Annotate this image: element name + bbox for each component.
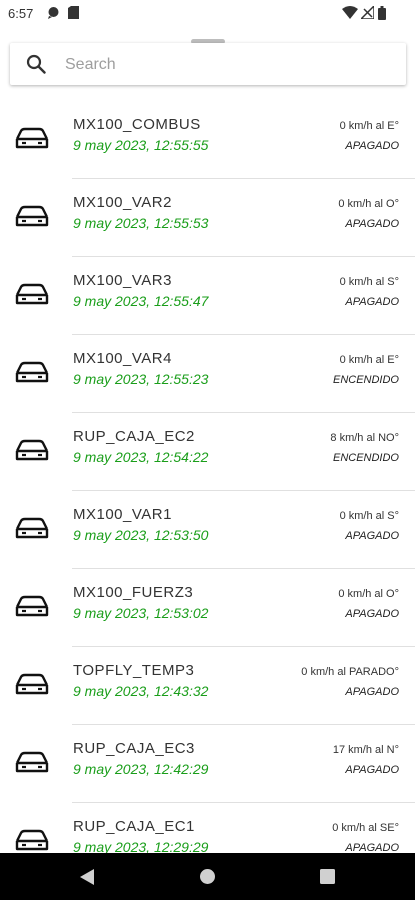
vehicle-speed: 0 km/h al O°	[338, 198, 399, 210]
vehicle-row[interactable]: RUP_CAJA_EC1 9 may 2023, 12:29:29 0 km/h…	[0, 803, 415, 853]
search-bar[interactable]	[10, 43, 406, 85]
vehicle-state: APAGADO	[345, 296, 399, 308]
vehicle-timestamp: 9 may 2023, 12:54:22	[73, 449, 209, 465]
vehicle-state: APAGADO	[345, 218, 399, 230]
vehicle-name: RUP_CAJA_EC3	[73, 740, 195, 757]
vehicle-name: MX100_FUERZ3	[73, 584, 194, 601]
signal-icon	[359, 4, 375, 22]
vehicle-state: APAGADO	[345, 608, 399, 620]
vehicle-row[interactable]: MX100_VAR3 9 may 2023, 12:55:47 0 km/h a…	[0, 257, 415, 335]
status-time: 6:57	[8, 6, 34, 21]
vehicle-timestamp: 9 may 2023, 12:55:23	[73, 371, 209, 387]
car-icon	[14, 593, 50, 623]
vehicle-timestamp: 9 may 2023, 12:43:32	[73, 683, 209, 699]
search-input[interactable]	[63, 53, 387, 77]
back-icon[interactable]	[79, 868, 95, 891]
vehicle-timestamp: 9 may 2023, 12:42:29	[73, 761, 209, 777]
vehicle-timestamp: 9 may 2023, 12:55:53	[73, 215, 209, 231]
search-icon[interactable]	[26, 54, 46, 74]
vehicle-speed: 0 km/h al S°	[339, 276, 399, 288]
vehicle-speed: 0 km/h al PARADO°	[301, 666, 399, 678]
vehicle-name: MX100_VAR2	[73, 194, 172, 211]
vehicle-row[interactable]: RUP_CAJA_EC3 9 may 2023, 12:42:29 17 km/…	[0, 725, 415, 803]
vehicle-speed: 0 km/h al E°	[339, 354, 399, 366]
vehicle-state: APAGADO	[345, 140, 399, 152]
car-icon	[14, 827, 50, 853]
vehicle-speed: 0 km/h al SE°	[332, 822, 399, 834]
vehicle-speed: 8 km/h al NO°	[330, 432, 399, 444]
vehicle-row[interactable]: MX100_FUERZ3 9 may 2023, 12:53:02 0 km/h…	[0, 569, 415, 647]
car-icon	[14, 671, 50, 701]
vehicle-row[interactable]: MX100_COMBUS 9 may 2023, 12:55:55 0 km/h…	[0, 101, 415, 179]
vehicle-speed: 0 km/h al S°	[339, 510, 399, 522]
vehicle-state: APAGADO	[345, 686, 399, 698]
vehicle-row[interactable]: MX100_VAR4 9 may 2023, 12:55:23 0 km/h a…	[0, 335, 415, 413]
vehicle-timestamp: 9 may 2023, 12:29:29	[73, 839, 209, 853]
vehicle-name: MX100_VAR4	[73, 350, 172, 367]
vehicle-timestamp: 9 may 2023, 12:55:55	[73, 137, 209, 153]
home-icon[interactable]	[199, 868, 216, 890]
car-icon	[14, 281, 50, 311]
navigation-bar	[0, 853, 415, 900]
car-icon	[14, 437, 50, 467]
status-bar: 6:57	[0, 0, 415, 28]
vehicle-timestamp: 9 may 2023, 12:53:02	[73, 605, 209, 621]
vehicle-name: MX100_COMBUS	[73, 116, 201, 133]
battery-icon	[378, 6, 386, 23]
vehicle-state: ENCENDIDO	[332, 374, 399, 386]
car-icon	[14, 515, 50, 545]
vehicle-speed: 0 km/h al E°	[339, 120, 399, 132]
vehicle-row[interactable]: MX100_VAR2 9 may 2023, 12:55:53 0 km/h a…	[0, 179, 415, 257]
vehicle-name: MX100_VAR1	[73, 506, 172, 523]
vehicle-name: MX100_VAR3	[73, 272, 172, 289]
sim-icon	[68, 6, 79, 22]
vehicle-name: RUP_CAJA_EC2	[73, 428, 195, 445]
vehicle-state: ENCENDIDO	[332, 452, 399, 464]
vehicle-speed: 17 km/h al N°	[332, 744, 399, 756]
chat-icon	[47, 6, 60, 22]
vehicle-state: APAGADO	[345, 764, 399, 776]
vehicle-name: TOPFLY_TEMP3	[73, 662, 195, 679]
car-icon	[14, 203, 50, 233]
car-icon	[14, 749, 50, 779]
vehicle-state: APAGADO	[345, 530, 399, 542]
vehicle-row[interactable]: MX100_VAR1 9 may 2023, 12:53:50 0 km/h a…	[0, 491, 415, 569]
vehicle-state: APAGADO	[345, 842, 399, 853]
vehicle-list: MX100_COMBUS 9 may 2023, 12:55:55 0 km/h…	[0, 101, 415, 853]
car-icon	[14, 125, 50, 155]
vehicle-row[interactable]: RUP_CAJA_EC2 9 may 2023, 12:54:22 8 km/h…	[0, 413, 415, 491]
vehicle-timestamp: 9 may 2023, 12:53:50	[73, 527, 209, 543]
wifi-icon	[342, 6, 358, 22]
vehicle-timestamp: 9 may 2023, 12:55:47	[73, 293, 209, 309]
vehicle-speed: 0 km/h al O°	[338, 588, 399, 600]
recents-icon[interactable]	[320, 869, 335, 889]
vehicle-name: RUP_CAJA_EC1	[73, 818, 195, 835]
vehicle-row[interactable]: TOPFLY_TEMP3 9 may 2023, 12:43:32 0 km/h…	[0, 647, 415, 725]
car-icon	[14, 359, 50, 389]
